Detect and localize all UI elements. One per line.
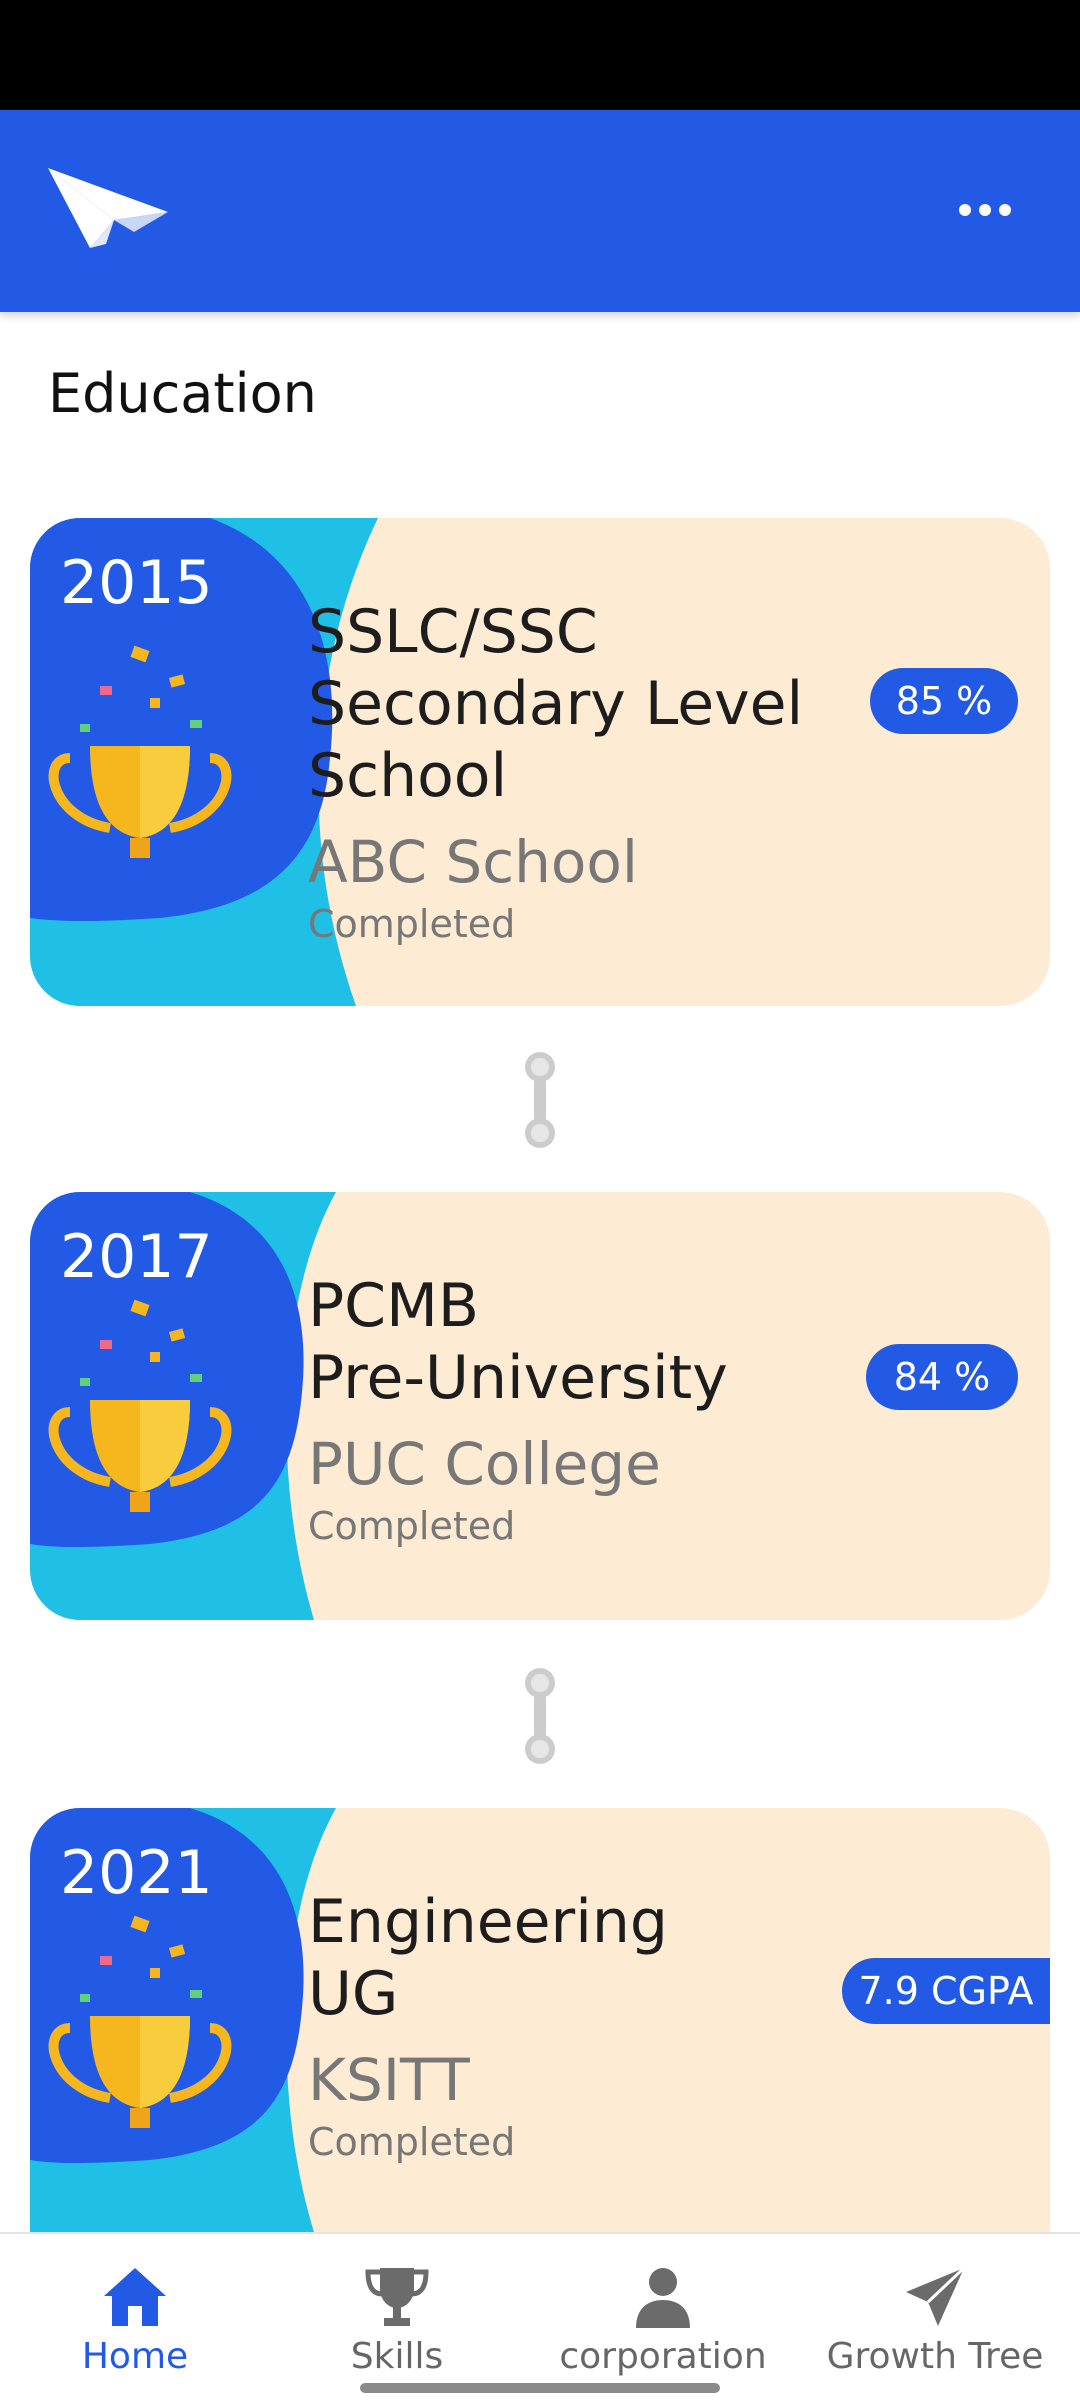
nav-label: Growth Tree xyxy=(826,2336,1044,2377)
card-year: 2015 xyxy=(60,548,213,618)
send-icon xyxy=(906,2266,966,2326)
card-institution: PUC College xyxy=(308,1430,661,1498)
app-bar xyxy=(0,110,1080,312)
card-text: PCMB Pre-University PUC College Complete… xyxy=(308,1270,728,1548)
card-status: Completed xyxy=(308,1504,516,1548)
trophy-icon xyxy=(365,2268,429,2326)
nav-label: corporation xyxy=(559,2336,767,2377)
card-title: SSLC/SSC Secondary Level School xyxy=(308,597,804,811)
grade-badge: 85 % xyxy=(870,668,1018,734)
education-card-3[interactable]: 2021 Engineering UG KSITT Completed 7.9 … xyxy=(30,1808,1050,2232)
paper-plane-logo-icon xyxy=(48,168,168,248)
more-horizontal-icon xyxy=(959,204,971,216)
nav-label: Skills xyxy=(350,2336,444,2377)
grade-badge: 7.9 CGPA xyxy=(842,1958,1050,2024)
timeline-connector xyxy=(525,1668,555,1764)
timeline-connector xyxy=(525,1052,555,1148)
card-status: Completed xyxy=(308,2120,516,2164)
card-institution: ABC School xyxy=(308,828,638,896)
education-card-2[interactable]: 2017 PCMB Pre-University PUC College Com… xyxy=(30,1192,1050,1620)
card-title: PCMB Pre-University xyxy=(308,1271,728,1413)
more-options-button[interactable] xyxy=(940,180,1030,240)
trophy-icon xyxy=(48,645,232,858)
nav-item-corporation[interactable]: corporation xyxy=(528,2262,798,2377)
card-status: Completed xyxy=(308,902,516,946)
person-icon xyxy=(636,2268,690,2328)
nav-label: Home xyxy=(81,2336,189,2377)
card-institution: KSITT xyxy=(308,2046,470,2114)
nav-item-home[interactable]: Home xyxy=(0,2262,270,2377)
nav-item-skills[interactable]: Skills xyxy=(262,2262,532,2377)
bottom-navigation: Home Skills corporation Growth Tree xyxy=(0,2232,1080,2402)
card-text: Engineering UG KSITT Completed xyxy=(308,1886,668,2164)
education-card-1[interactable]: 2015 SSLC/SSC Secondary Level School ABC… xyxy=(30,518,1050,1006)
card-title: Engineering UG xyxy=(308,1887,668,2029)
grade-badge: 84 % xyxy=(866,1344,1018,1410)
trophy-icon xyxy=(48,1299,232,1512)
status-bar xyxy=(0,0,1080,110)
card-text: SSLC/SSC Secondary Level School ABC Scho… xyxy=(308,596,803,946)
nav-item-growth-tree[interactable]: Growth Tree xyxy=(800,2262,1070,2377)
trophy-icon xyxy=(48,1915,232,2128)
page-title: Education xyxy=(48,362,317,425)
home-indicator[interactable] xyxy=(360,2383,720,2393)
home-icon xyxy=(104,2268,166,2326)
